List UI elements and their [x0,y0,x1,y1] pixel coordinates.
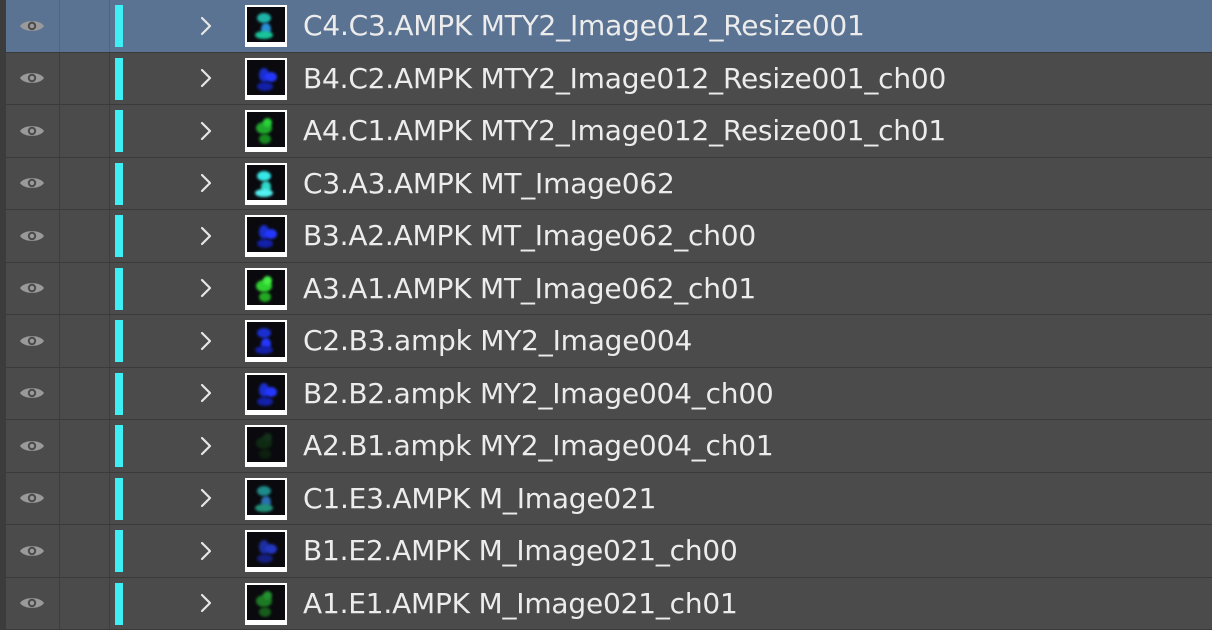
eye-icon[interactable] [6,105,58,157]
chevron-right-icon[interactable] [194,158,218,210]
layer-color-tag [115,372,123,415]
layer-row[interactable]: B1.E2.AMPK M_Image021_ch00 [6,525,1212,578]
column-divider [109,367,110,419]
layer-name[interactable]: C4.C3.AMPK MTY2_Image012_Resize001 [303,0,865,52]
column-divider [109,577,110,629]
chevron-right-icon[interactable] [194,263,218,315]
layer-row[interactable]: B2.B2.ampk MY2_Image004_ch00 [6,367,1212,420]
layer-thumbnail[interactable] [245,425,287,467]
column-divider [109,157,110,209]
layer-thumbnail[interactable] [245,5,287,47]
layer-color-tag [115,110,123,152]
layer-thumbnail[interactable] [245,320,287,362]
chevron-right-icon[interactable] [194,368,218,420]
layer-row[interactable]: A4.C1.AMPK MTY2_Image012_Resize001_ch01 [6,105,1212,158]
layer-color-tag [115,162,123,205]
column-divider [109,525,110,577]
column-divider [59,52,60,104]
eye-icon[interactable] [6,263,58,315]
layer-name[interactable]: A2.B1.ampk MY2_Image004_ch01 [303,420,774,472]
layer-thumbnail[interactable] [245,57,287,100]
column-divider [109,52,110,104]
column-divider [59,367,60,419]
layer-thumbnail[interactable] [245,582,287,625]
layer-name[interactable]: C3.A3.AMPK MT_Image062 [303,158,675,210]
layer-color-tag [115,477,123,520]
layer-row[interactable]: A1.E1.AMPK M_Image021_ch01 [6,577,1212,630]
column-divider [59,525,60,577]
column-divider [59,262,60,314]
column-divider [59,0,60,52]
layer-color-tag [115,425,123,467]
chevron-right-icon[interactable] [194,53,218,105]
layer-color-tag [115,267,123,310]
layer-thumbnail[interactable] [245,477,287,520]
chevron-right-icon[interactable] [194,578,218,630]
eye-icon[interactable] [6,525,58,577]
layer-name[interactable]: B1.E2.AMPK M_Image021_ch00 [303,525,738,577]
layer-row[interactable]: C1.E3.AMPK M_Image021 [6,472,1212,525]
layer-color-tag [115,582,123,625]
eye-icon[interactable] [6,368,58,420]
column-divider [109,420,110,472]
column-divider [109,472,110,524]
column-divider [59,577,60,629]
chevron-right-icon[interactable] [194,473,218,525]
layer-row[interactable]: B3.A2.AMPK MT_Image062_ch00 [6,210,1212,263]
layer-name[interactable]: B4.C2.AMPK MTY2_Image012_Resize001_ch00 [303,53,946,105]
layer-name[interactable]: A1.E1.AMPK M_Image021_ch01 [303,578,738,630]
chevron-right-icon[interactable] [194,105,218,157]
eye-icon[interactable] [6,210,58,262]
layer-thumbnail[interactable] [245,530,287,572]
layer-color-tag [115,57,123,100]
layer-row[interactable]: C2.B3.ampk MY2_Image004 [6,315,1212,368]
column-divider [59,157,60,209]
layer-name[interactable]: C1.E3.AMPK M_Image021 [303,473,656,525]
layer-color-tag [115,320,123,362]
column-divider [109,315,110,367]
eye-icon[interactable] [6,420,58,472]
eye-icon[interactable] [6,0,58,52]
chevron-right-icon[interactable] [194,315,218,367]
chevron-right-icon[interactable] [194,420,218,472]
layer-name[interactable]: A3.A1.AMPK MT_Image062_ch01 [303,263,756,315]
eye-icon[interactable] [6,53,58,105]
chevron-right-icon[interactable] [194,525,218,577]
layer-row[interactable]: A2.B1.ampk MY2_Image004_ch01 [6,420,1212,473]
layer-row[interactable]: A3.A1.AMPK MT_Image062_ch01 [6,262,1212,315]
layer-row[interactable]: B4.C2.AMPK MTY2_Image012_Resize001_ch00 [6,52,1212,105]
layers-panel: C4.C3.AMPK MTY2_Image012_Resize001 B4.C2.… [0,0,1212,630]
eye-icon[interactable] [6,158,58,210]
eye-icon[interactable] [6,473,58,525]
eye-icon[interactable] [6,315,58,367]
column-divider [59,105,60,157]
column-divider [59,210,60,262]
layer-row[interactable]: C4.C3.AMPK MTY2_Image012_Resize001 [6,0,1212,53]
column-divider [109,262,110,314]
layer-thumbnail[interactable] [245,215,287,257]
column-divider [109,210,110,262]
column-divider [59,472,60,524]
layer-name[interactable]: A4.C1.AMPK MTY2_Image012_Resize001_ch01 [303,105,946,157]
eye-icon[interactable] [6,578,58,630]
layer-row[interactable]: C3.A3.AMPK MT_Image062 [6,157,1212,210]
layer-thumbnail[interactable] [245,110,287,152]
layer-color-tag [115,530,123,572]
column-divider [59,420,60,472]
layer-color-tag [115,5,123,47]
layer-thumbnail[interactable] [245,372,287,415]
layer-name[interactable]: C2.B3.ampk MY2_Image004 [303,315,692,367]
layer-name[interactable]: B3.A2.AMPK MT_Image062_ch00 [303,210,756,262]
layer-thumbnail[interactable] [245,267,287,310]
layer-color-tag [115,215,123,257]
column-divider [109,105,110,157]
layer-thumbnail[interactable] [245,162,287,205]
column-divider [59,315,60,367]
column-divider [109,0,110,52]
chevron-right-icon[interactable] [194,0,218,52]
layer-name[interactable]: B2.B2.ampk MY2_Image004_ch00 [303,368,774,420]
chevron-right-icon[interactable] [194,210,218,262]
